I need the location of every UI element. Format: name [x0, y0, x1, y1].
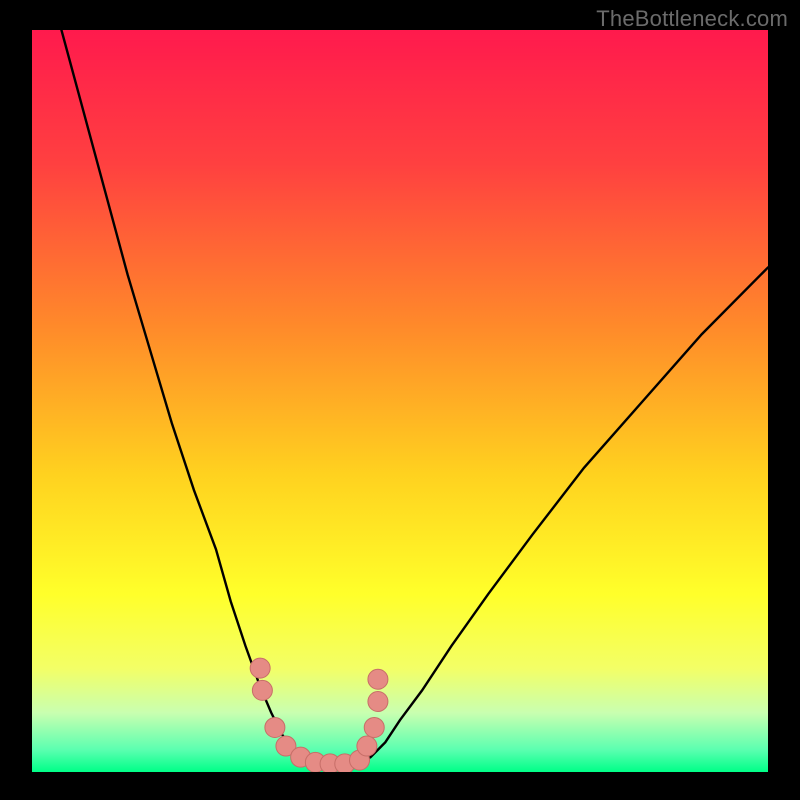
- data-marker: [252, 680, 272, 700]
- bottleneck-curve: [61, 30, 768, 765]
- data-marker: [265, 717, 285, 737]
- watermark-text: TheBottleneck.com: [596, 6, 788, 32]
- data-marker: [364, 717, 384, 737]
- plot-area: [32, 30, 768, 772]
- chart-svg: [32, 30, 768, 772]
- data-marker: [357, 736, 377, 756]
- data-marker: [368, 669, 388, 689]
- data-marker: [250, 658, 270, 678]
- data-marker: [368, 692, 388, 712]
- outer-frame: TheBottleneck.com: [0, 0, 800, 800]
